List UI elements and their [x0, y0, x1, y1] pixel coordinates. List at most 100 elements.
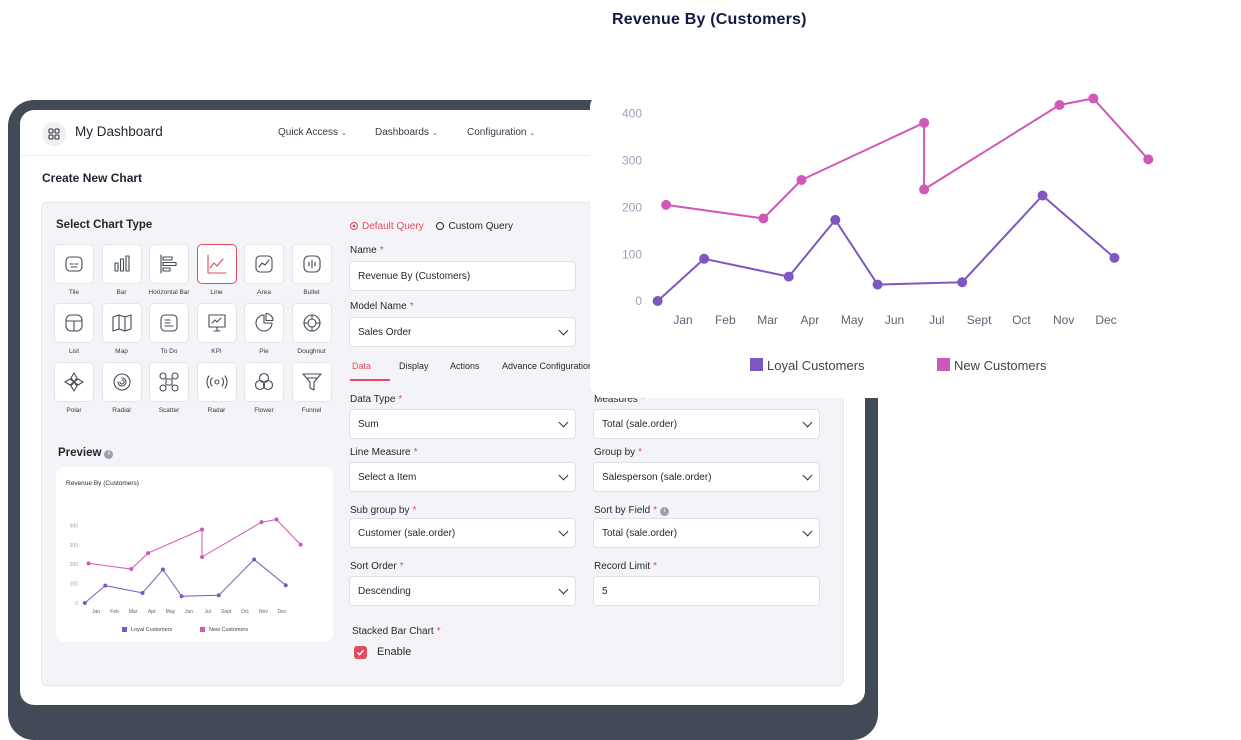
data-point	[259, 520, 264, 525]
query-selector: Default Query Custom Query	[350, 221, 513, 232]
chart-type-line[interactable]	[196, 244, 237, 284]
data-point	[1109, 252, 1120, 263]
chevron-down-icon	[802, 417, 813, 427]
model-name-select[interactable]: Sales Order	[349, 317, 576, 347]
legend-label: New Customers	[954, 358, 1047, 373]
data-point	[1037, 190, 1048, 201]
tile-icon	[65, 256, 83, 272]
chart-type-horizontal-bar[interactable]	[149, 244, 189, 284]
x-tick-label: Jan	[673, 313, 692, 327]
enable-label: Enable	[377, 646, 412, 658]
y-tick-label: 100	[622, 247, 642, 261]
chart-type-to-do[interactable]	[149, 303, 189, 343]
legend-label: New Customers	[209, 627, 248, 633]
chart-type-bar[interactable]	[101, 244, 142, 284]
chevron-down-icon: ⌄	[529, 130, 536, 137]
info-icon[interactable]: i	[660, 507, 670, 516]
data-point	[1054, 100, 1065, 111]
chevron-down-icon	[802, 470, 813, 480]
nav-dashboards[interactable]: Dashboards ⌄	[375, 127, 438, 138]
chart-type-kpi[interactable]	[196, 303, 237, 343]
x-tick-label: Oct	[241, 609, 249, 615]
legend-label: Loyal Customers	[767, 358, 865, 373]
list-icon	[65, 314, 83, 332]
x-tick-label: May	[841, 313, 864, 327]
chart-type-area[interactable]	[244, 244, 284, 284]
chart-type-map[interactable]	[101, 303, 142, 343]
radial-icon	[112, 373, 131, 391]
x-tick-label: Feb	[110, 609, 119, 615]
chart-type-radar[interactable]	[196, 362, 237, 402]
todo-icon	[160, 314, 178, 332]
record-limit-input[interactable]: 5	[593, 576, 820, 606]
sort-order-select[interactable]: Descending	[349, 576, 576, 606]
chart-type-flower[interactable]	[244, 362, 284, 402]
nav-configuration[interactable]: Configuration ⌄	[467, 127, 535, 138]
x-tick-label: Sept	[967, 313, 992, 327]
model-name-label: Model Name *	[350, 301, 414, 312]
data-point	[82, 601, 87, 605]
info-icon[interactable]: i	[104, 450, 114, 459]
tab-actions[interactable]: Actions	[450, 361, 480, 371]
chevron-down-icon	[558, 526, 569, 536]
data-point	[796, 175, 807, 186]
select-chart-type-heading: Select Chart Type	[56, 219, 153, 231]
y-tick-label: 100	[70, 581, 79, 587]
name-field[interactable]: Revenue By (Customers)	[349, 261, 576, 291]
chart-type-doughnut[interactable]	[291, 303, 332, 343]
chart-type-tile[interactable]	[54, 244, 94, 284]
checkmark-icon	[356, 649, 365, 656]
y-tick-label: 400	[70, 523, 79, 529]
pie-chart-icon	[255, 312, 274, 332]
chart-type-list[interactable]	[54, 303, 94, 343]
bullet-chart-icon	[302, 255, 321, 273]
line-chart-icon	[206, 254, 227, 274]
flower-icon	[254, 372, 274, 391]
map-icon	[111, 314, 132, 332]
data-point	[200, 527, 205, 532]
chart-type-radial[interactable]	[101, 362, 142, 402]
x-tick-label: Jun	[185, 609, 193, 615]
chart-type-scatter[interactable]	[149, 362, 189, 402]
tab-data[interactable]: Data	[352, 361, 371, 371]
line-measure-select[interactable]: Select a Item	[349, 462, 576, 492]
revenue-line-chart: 0 100 200 300 400 Jan Feb Mar Apr May Jun Jul Sept Oc…	[622, 93, 1154, 373]
chevron-down-icon	[558, 417, 569, 427]
series-line	[88, 519, 301, 570]
data-point	[652, 296, 663, 306]
y-tick-label: 0	[635, 294, 642, 308]
sort-field-select[interactable]: Total (sale.order)	[593, 518, 820, 548]
data-type-select[interactable]: Sum	[349, 409, 576, 439]
chart-type-funnel[interactable]	[291, 362, 332, 402]
sub-group-select[interactable]: Customer (sale.order)	[349, 518, 576, 548]
preview-chart: 0 100 200 300 400 Jan Feb Mar Apr May Jun Jul Sept Oc…	[70, 517, 303, 633]
sort-order-label: Sort Order *	[350, 561, 404, 572]
chart-type-pie[interactable]	[244, 303, 284, 343]
apps-grid-icon[interactable]	[42, 122, 66, 146]
series-line	[84, 559, 287, 604]
chart-type-polar[interactable]	[54, 362, 94, 402]
tab-advance-configuration[interactable]: Advance Configuration	[502, 361, 590, 371]
y-tick-label: 200	[622, 200, 642, 214]
chevron-down-icon: ⌄	[431, 130, 438, 137]
legend-swatch	[750, 358, 763, 371]
data-point	[200, 554, 205, 559]
enable-checkbox[interactable]	[354, 646, 367, 659]
page-title: Create New Chart	[42, 171, 143, 185]
x-tick-label: Mar	[757, 313, 778, 327]
record-limit-label: Record Limit *	[594, 561, 658, 572]
tab-display[interactable]: Display	[399, 361, 429, 371]
measures-select[interactable]: Total (sale.order)	[593, 409, 820, 439]
legend-swatch	[200, 627, 205, 632]
x-tick-label: Feb	[715, 313, 736, 327]
group-by-select[interactable]: Salesperson (sale.order)	[593, 462, 820, 492]
kpi-icon	[207, 314, 226, 332]
data-point	[146, 551, 151, 556]
active-tab-indicator	[350, 379, 390, 381]
nav-quick-access[interactable]: Quick Access ⌄	[278, 127, 347, 138]
chart-type-bullet[interactable]	[291, 244, 332, 284]
default-query-radio[interactable]: Default Query	[350, 221, 424, 232]
funnel-icon	[301, 373, 322, 391]
custom-query-radio[interactable]: Custom Query	[436, 221, 513, 232]
app-title: My Dashboard	[75, 124, 163, 139]
